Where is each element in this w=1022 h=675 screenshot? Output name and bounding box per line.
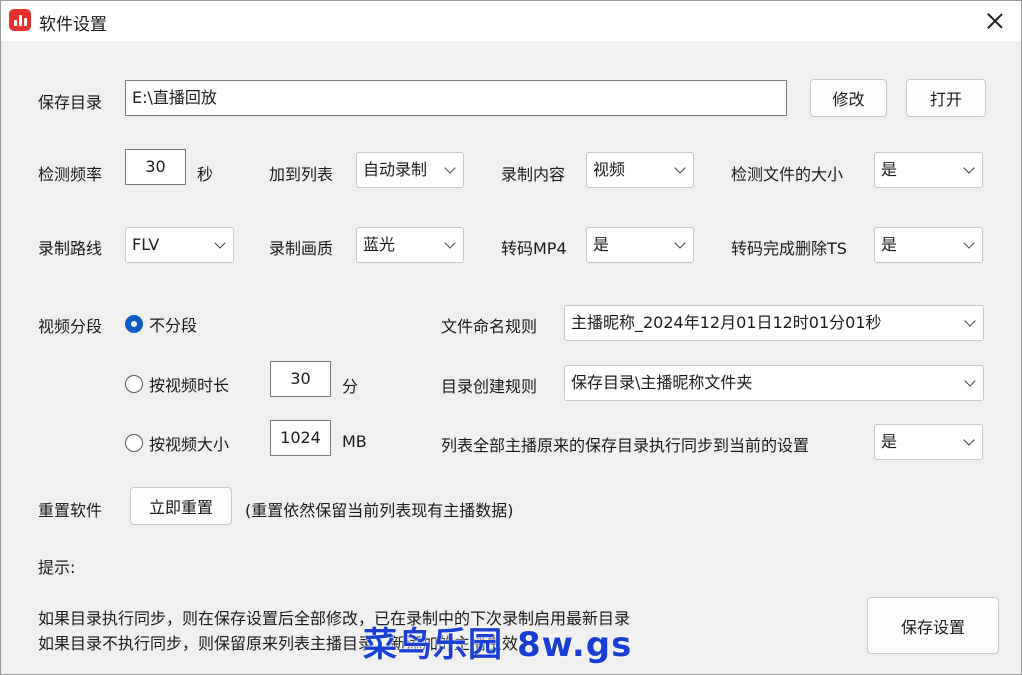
chevron-down-icon xyxy=(964,239,974,249)
app-logo-icon xyxy=(9,9,31,31)
watermark-text-2: 8w.gs xyxy=(517,625,633,665)
reset-note: (重置依然保留当前列表现有主播数据) xyxy=(245,501,514,520)
radio-selected-icon xyxy=(125,315,143,333)
naming-label: 文件命名规则 xyxy=(441,317,538,336)
open-button[interactable]: 打开 xyxy=(906,79,986,117)
modify-button[interactable]: 修改 xyxy=(810,79,887,117)
detect-freq-input[interactable]: 30 xyxy=(125,149,186,185)
watermark: 菜鸟乐园 8w.gs xyxy=(363,617,632,666)
radio-by-size-label: 按视频大小 xyxy=(149,435,230,454)
chevron-down-icon xyxy=(445,239,455,249)
add-list-value: 自动录制 xyxy=(363,160,428,179)
chevron-down-icon xyxy=(215,239,225,249)
sync-select[interactable]: 是 xyxy=(874,424,983,460)
route-value: FLV xyxy=(132,235,160,254)
close-icon[interactable] xyxy=(983,9,1007,33)
mp4-label: 转码MP4 xyxy=(501,239,567,258)
chevron-down-icon xyxy=(964,164,974,174)
title-bar: 软件设置 xyxy=(1,1,1021,41)
sync-label: 列表全部主播原来的保存目录执行同步到当前的设置 xyxy=(441,436,810,455)
save-dir-label: 保存目录 xyxy=(38,93,103,112)
quality-value: 蓝光 xyxy=(363,235,396,254)
mp4-select[interactable]: 是 xyxy=(586,227,694,263)
duration-input[interactable]: 30 xyxy=(270,361,331,397)
dir-rule-label: 目录创建规则 xyxy=(441,377,538,396)
reset-button[interactable]: 立即重置 xyxy=(130,487,232,525)
route-label: 录制路线 xyxy=(38,239,103,258)
segment-label: 视频分段 xyxy=(38,317,103,336)
radio-by-size[interactable]: 按视频大小 xyxy=(125,431,229,455)
detect-size-value: 是 xyxy=(881,160,898,179)
reset-label: 重置软件 xyxy=(38,501,103,520)
radio-by-duration-label: 按视频时长 xyxy=(149,376,230,395)
route-select[interactable]: FLV xyxy=(125,227,234,263)
chevron-down-icon xyxy=(675,239,685,249)
radio-unselected-icon xyxy=(125,434,143,452)
radio-unselected-icon xyxy=(125,375,143,393)
chevron-down-icon xyxy=(965,377,975,387)
add-list-label: 加到列表 xyxy=(269,165,334,184)
radio-by-duration[interactable]: 按视频时长 xyxy=(125,372,229,396)
detect-size-select[interactable]: 是 xyxy=(874,152,983,188)
chevron-down-icon xyxy=(445,164,455,174)
radio-no-segment[interactable]: 不分段 xyxy=(125,312,197,336)
window-title: 软件设置 xyxy=(39,15,107,35)
dir-rule-value: 保存目录\主播昵称文件夹 xyxy=(571,373,753,392)
record-content-label: 录制内容 xyxy=(501,165,566,184)
tips-title: 提示: xyxy=(38,558,76,577)
del-ts-value: 是 xyxy=(881,235,898,254)
del-ts-select[interactable]: 是 xyxy=(874,227,983,263)
sync-value: 是 xyxy=(881,432,898,451)
detect-freq-label: 检测频率 xyxy=(38,165,103,184)
watermark-text-1: 菜鸟乐园 xyxy=(363,625,503,665)
del-ts-label: 转码完成删除TS xyxy=(731,239,847,258)
chevron-down-icon xyxy=(675,164,685,174)
settings-window: 软件设置 保存目录 E:\直播回放 修改 打开 检测频率 30 秒 加到列表 自… xyxy=(0,0,1022,675)
size-unit: MB xyxy=(342,432,367,451)
record-content-select[interactable]: 视频 xyxy=(586,152,694,188)
detect-size-label: 检测文件的大小 xyxy=(731,165,844,184)
duration-unit: 分 xyxy=(342,377,359,396)
detect-freq-unit: 秒 xyxy=(197,165,214,184)
radio-no-segment-label: 不分段 xyxy=(149,316,198,335)
naming-select[interactable]: 主播昵称_2024年12月01日12时01分01秒 xyxy=(564,305,984,341)
size-input[interactable]: 1024 xyxy=(270,420,331,456)
record-content-value: 视频 xyxy=(593,160,626,179)
save-dir-input[interactable]: E:\直播回放 xyxy=(125,80,787,116)
add-list-select[interactable]: 自动录制 xyxy=(356,152,464,188)
mp4-value: 是 xyxy=(593,235,610,254)
quality-select[interactable]: 蓝光 xyxy=(356,227,464,263)
quality-label: 录制画质 xyxy=(269,239,334,258)
chevron-down-icon xyxy=(965,317,975,327)
dir-rule-select[interactable]: 保存目录\主播昵称文件夹 xyxy=(564,365,984,401)
chevron-down-icon xyxy=(964,436,974,446)
naming-value: 主播昵称_2024年12月01日12时01分01秒 xyxy=(571,313,882,332)
save-settings-button[interactable]: 保存设置 xyxy=(867,597,999,654)
